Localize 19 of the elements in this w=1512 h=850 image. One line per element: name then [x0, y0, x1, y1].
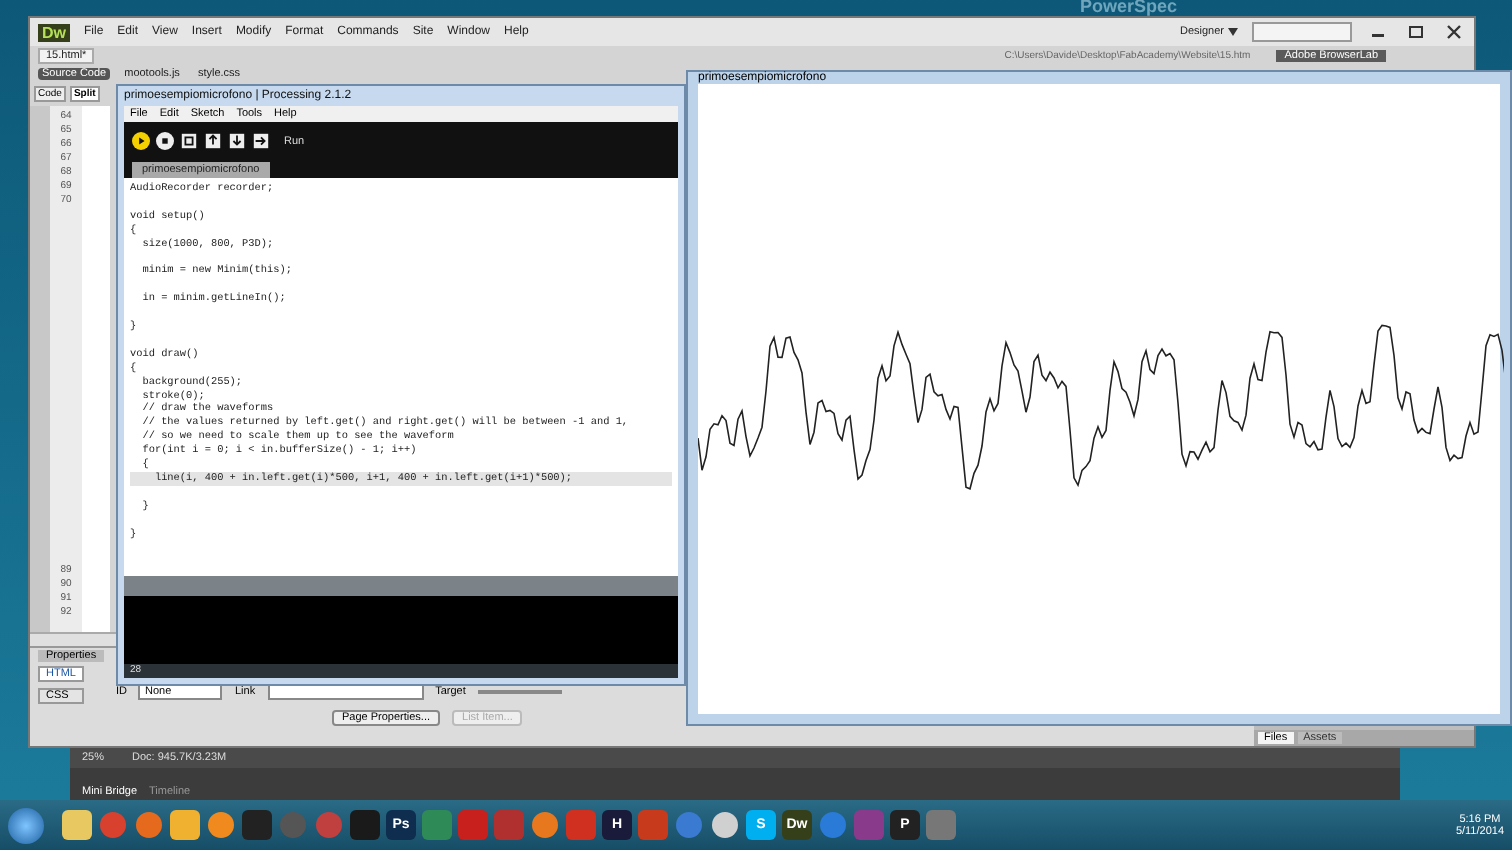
stop-icon[interactable]: [156, 132, 174, 150]
start-icon[interactable]: [8, 807, 44, 843]
search-field[interactable]: [1252, 22, 1352, 42]
taskbar-app-icon[interactable]: [712, 812, 738, 838]
export-icon[interactable]: [252, 132, 270, 150]
taskbar-app-icon[interactable]: [170, 810, 200, 840]
app-logo: Dw: [38, 23, 70, 41]
wallpaper-text: PowerSpec: [1080, 0, 1178, 16]
taskbar-app-icon[interactable]: [532, 812, 558, 838]
caret-icon[interactable]: [1228, 28, 1238, 36]
run-icon[interactable]: [132, 132, 150, 150]
taskbar-app-icon[interactable]: [136, 812, 162, 838]
maximize-icon[interactable]: [1404, 24, 1428, 40]
taskbar-app-icon[interactable]: [208, 812, 234, 838]
save-icon[interactable]: [228, 132, 246, 150]
taskbar-app-icon[interactable]: [62, 810, 92, 840]
open-icon[interactable]: [204, 132, 222, 150]
close-icon[interactable]: [1442, 24, 1466, 40]
new-file-icon[interactable]: [180, 132, 198, 150]
